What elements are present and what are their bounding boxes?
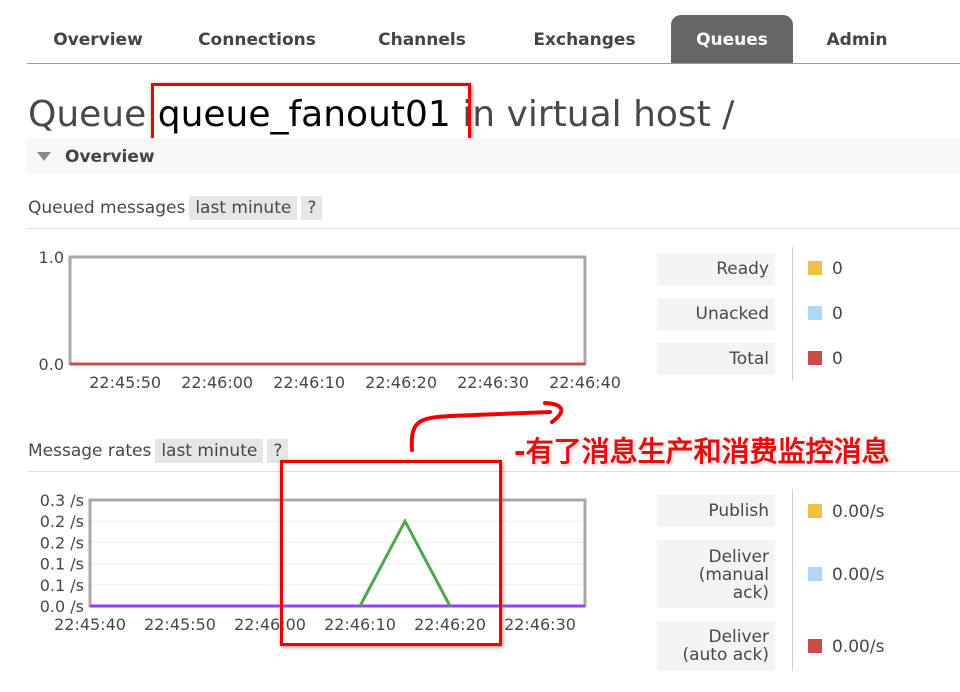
x-tick-label: 22:46:30 bbox=[457, 373, 529, 392]
annotation-box-chart bbox=[280, 460, 502, 646]
y-tick-label: 0.0 /s bbox=[40, 597, 84, 616]
y-tick-label: 0.2 /s bbox=[40, 533, 84, 552]
y-tick-label: 0.3 /s bbox=[40, 491, 84, 510]
x-tick-label: 22:46:00 bbox=[181, 373, 253, 392]
x-tick-label: 22:45:40 bbox=[54, 615, 126, 634]
x-tick-label: 22:45:50 bbox=[89, 373, 161, 392]
y-tick-label: 0.1 /s bbox=[40, 555, 84, 574]
annotation-text: -有了消息生产和消费监控消息 bbox=[514, 435, 890, 468]
plot-frame bbox=[68, 255, 587, 366]
y-tick-label: 0.1 /s bbox=[40, 576, 84, 595]
x-tick-label: 22:46:30 bbox=[504, 615, 576, 634]
x-tick-label: 22:46:20 bbox=[365, 373, 437, 392]
x-tick-label: 22:45:50 bbox=[144, 615, 216, 634]
y-tick-label: 0.0 bbox=[39, 355, 64, 374]
y-tick-label: 0.2 /s bbox=[40, 512, 84, 531]
x-tick-label: 22:46:40 bbox=[549, 373, 621, 392]
x-tick-label: 22:46:10 bbox=[273, 373, 345, 392]
y-tick-label: 1.0 bbox=[39, 248, 64, 267]
